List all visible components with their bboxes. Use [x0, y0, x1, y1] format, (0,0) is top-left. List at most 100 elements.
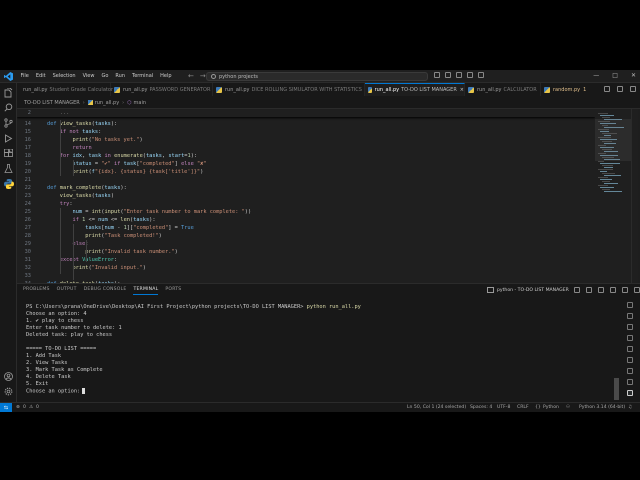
window-controls: — □ ✕ — [593, 72, 636, 80]
panel-tabs: PROBLEMS OUTPUT DEBUG CONSOLE TERMINAL P… — [23, 287, 181, 295]
terminal-line: Choose an option: 4 — [26, 311, 87, 317]
errors-icon[interactable]: ⊗ — [16, 405, 20, 411]
menu-help[interactable]: Help — [157, 73, 175, 79]
menu-edit[interactable]: Edit — [32, 73, 49, 79]
terminal-instance-icon[interactable] — [627, 302, 633, 308]
breadcrumb-folder[interactable]: TO-DO LIST MANAGER — [24, 100, 80, 106]
run-debug-icon[interactable] — [3, 133, 14, 144]
layout-buttons — [434, 72, 484, 78]
code-editor[interactable]: 1314def view_tasks(tasks):15 if not task… — [17, 109, 595, 283]
menu-selection[interactable]: Selection — [49, 73, 79, 79]
remote-icon[interactable]: ⇆ — [0, 403, 12, 412]
errors-count[interactable]: 0 — [23, 405, 26, 411]
terminal-instance-icon[interactable] — [627, 335, 633, 341]
breadcrumb-symbol[interactable]: main — [134, 100, 147, 106]
panel-tab-terminal[interactable]: TERMINAL — [133, 287, 159, 295]
line-number: 23 — [24, 193, 31, 199]
menu-run[interactable]: Run — [112, 73, 129, 79]
terminal-name[interactable]: python - TO-DO LIST MANAGER — [497, 288, 569, 293]
tab-label: random.py — [553, 86, 581, 93]
minimap-line — [600, 163, 620, 164]
terminal-instance-icon[interactable] — [627, 313, 633, 319]
maximize-panel-icon[interactable] — [621, 287, 628, 293]
split-terminal-icon[interactable] — [585, 287, 592, 293]
terminal-instance-icon[interactable] — [627, 324, 633, 330]
code-line: print("Task completed!") — [85, 233, 162, 239]
menu-file[interactable]: File — [17, 73, 32, 79]
panel-tab-output[interactable]: OUTPUT — [57, 287, 77, 295]
minimap-viewport[interactable] — [595, 119, 631, 161]
source-control-icon[interactable] — [3, 117, 14, 128]
panel-tab-debug-console[interactable]: DEBUG CONSOLE — [84, 287, 127, 295]
toggle-sidebar-icon[interactable] — [445, 72, 451, 78]
language-mode[interactable]: Python — [543, 405, 559, 411]
explorer-icon[interactable] — [3, 87, 14, 98]
search-view-icon[interactable] — [3, 102, 14, 113]
terminal-instance-icon-active[interactable] — [627, 390, 633, 396]
tab-todo-list-manager[interactable]: run_all.py TO-DO LIST MANAGER × — [365, 83, 465, 96]
bell-icon[interactable]: ⚇ — [566, 405, 570, 411]
toggle-panel-icon[interactable] — [456, 72, 462, 78]
minimap[interactable] — [595, 109, 631, 283]
line-number: 16 — [24, 137, 31, 143]
new-terminal-icon[interactable] — [573, 287, 580, 293]
python-file-icon — [468, 86, 474, 93]
command-center-search[interactable]: python projects — [206, 72, 428, 81]
line-ending[interactable]: CRLF — [517, 405, 529, 411]
back-arrow-icon[interactable]: ← — [188, 72, 194, 80]
title-bar: File Edit Selection View Go Run Terminal… — [0, 70, 640, 83]
tab-label: run_all.py — [123, 86, 148, 93]
editor-scrollbar[interactable] — [631, 109, 638, 283]
code-line: print(f"{idx}. {status} {task['title']}"… — [72, 169, 204, 175]
tab-random[interactable]: random.py 1 — [541, 83, 595, 96]
notifications-icon[interactable]: ♫ — [628, 405, 632, 411]
terminal-prompt-line: PS C:\Users\prana\OneDrive\Desktop\AI Fi… — [26, 304, 361, 311]
toggle-secondary-sidebar-icon[interactable] — [467, 72, 473, 78]
warnings-icon[interactable]: ⚠ — [29, 405, 33, 411]
terminal-instance-icon[interactable] — [627, 346, 633, 352]
tab-calculator[interactable]: run_all.py CALCULATOR — [465, 83, 541, 96]
menu-view[interactable]: View — [79, 73, 98, 79]
manage-gear-icon[interactable] — [3, 386, 14, 397]
extensions-icon[interactable] — [3, 148, 14, 159]
terminal-instance-icon[interactable] — [627, 368, 633, 374]
more-icon[interactable] — [609, 287, 616, 293]
minimap-line — [602, 181, 610, 182]
minimap-line — [604, 183, 618, 184]
warnings-count[interactable]: 0 — [36, 405, 39, 411]
run-python-file-icon[interactable] — [604, 86, 610, 92]
panel-tab-problems[interactable]: PROBLEMS — [23, 287, 50, 295]
tab-dice-simulator[interactable]: run_all.py DICE ROLLING SIMULATOR WITH S… — [213, 83, 365, 96]
terminal-output[interactable]: PS C:\Users\prana\OneDrive\Desktop\AI Fi… — [26, 304, 606, 400]
customize-layout-icon[interactable] — [478, 72, 484, 78]
copilot-icon[interactable] — [434, 72, 440, 78]
terminal-instance-icon[interactable] — [627, 357, 633, 363]
terminal-instance-icon[interactable] — [627, 379, 633, 385]
tab-grade-calculator[interactable]: run_all.py Student Grade Calculator — [17, 83, 113, 96]
forward-arrow-icon[interactable]: → — [200, 72, 206, 80]
encoding[interactable]: UTF-8 — [497, 405, 510, 411]
code-line: if not tasks: — [59, 129, 102, 135]
panel-tab-ports[interactable]: PORTS — [165, 287, 181, 295]
tab-password-generator[interactable]: run_all.py PASSWORD GENERATOR — [111, 83, 213, 96]
python-icon[interactable] — [3, 178, 14, 189]
menu-go[interactable]: Go — [98, 73, 112, 79]
breadcrumb-file[interactable]: run_all.py — [95, 100, 119, 106]
close-panel-icon[interactable] — [633, 287, 640, 293]
minimize-icon[interactable]: — — [593, 72, 599, 80]
close-window-icon[interactable]: ✕ — [631, 72, 636, 80]
terminal-scrollbar[interactable] — [614, 378, 619, 400]
python-interpreter[interactable]: Python 3.14 (64-bit) — [579, 405, 625, 411]
account-icon[interactable] — [3, 371, 14, 382]
menu-terminal[interactable]: Terminal — [129, 73, 157, 79]
more-actions-icon[interactable] — [630, 86, 636, 92]
testing-icon[interactable] — [3, 163, 14, 174]
split-editor-icon[interactable] — [617, 86, 623, 92]
maximize-icon[interactable]: □ — [612, 72, 618, 80]
tab-close-icon[interactable]: × — [460, 87, 464, 93]
cursor-position[interactable]: Ln 50, Col 1 (24 selected) — [407, 405, 466, 411]
kill-terminal-icon[interactable] — [597, 287, 604, 293]
indentation[interactable]: Spaces: 4 — [470, 405, 492, 411]
code-line: if 1 <= num <= len(tasks): — [72, 217, 156, 223]
search-text: python projects — [219, 73, 259, 80]
